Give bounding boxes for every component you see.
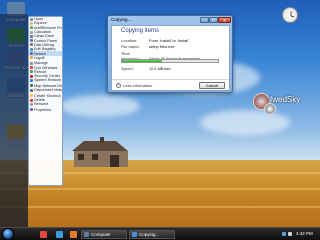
filename-row: File name: setup files.exe (121, 44, 175, 49)
menu-item-icon (30, 94, 33, 98)
menu-item[interactable]: Properties (29, 108, 62, 112)
menu-item-label: System Restore (34, 78, 62, 83)
menu-item-icon (30, 17, 33, 21)
close-button[interactable]: x (218, 17, 231, 24)
menu-item-icon (30, 47, 33, 51)
menu-item-icon (30, 43, 33, 47)
cloud (200, 110, 290, 135)
taskbar-button-computer[interactable]: Computer (81, 230, 127, 239)
taskbar: Computer Copying... 4:42 PM (0, 227, 320, 240)
start-menu-left-pane (0, 14, 28, 227)
menu-item-icon (30, 21, 33, 25)
location-label: Location: (121, 38, 138, 43)
start-menu: OpenExploreAdd/Remove ProgramsCalculator… (0, 14, 63, 227)
quick-launch-browser-icon[interactable] (40, 231, 47, 238)
computer-icon (84, 232, 89, 237)
tray-clock[interactable]: 4:42 PM (296, 231, 313, 236)
quick-launch-player-icon[interactable] (70, 231, 77, 238)
filename-label: File name: (121, 44, 140, 49)
menu-item-icon (30, 88, 33, 92)
menu-item-icon (30, 78, 33, 82)
progress-fill (122, 60, 163, 62)
menu-item-label: Logoff (34, 55, 45, 60)
network-tray-icon[interactable] (282, 232, 286, 236)
menu-item-icon (30, 61, 33, 65)
menu-item-icon (30, 84, 33, 88)
menu-item-icon (30, 26, 33, 30)
speed-row: Speed: 11.4 MB/sec (121, 66, 171, 71)
cancel-button[interactable]: Cancel (199, 82, 225, 89)
start-menu-items-pane: OpenExploreAdd/Remove ProgramsCalculator… (28, 16, 63, 186)
less-information-toggle[interactable]: ˄ Less information (116, 83, 152, 88)
volume-tray-icon[interactable] (288, 232, 292, 236)
cloud (60, 95, 140, 117)
less-information-label: Less information (123, 83, 153, 88)
divider (112, 79, 229, 80)
copy-progress-bar (121, 59, 219, 63)
menu-item-icon (30, 102, 33, 106)
chevron-up-icon: ˄ (116, 83, 121, 88)
dialog-title: Copying... (111, 17, 132, 22)
wallpaper-caption: IwedSky (270, 95, 301, 104)
location-row: Location: From 'Install' to 'Install' (121, 38, 189, 43)
clock-gadget[interactable] (282, 7, 298, 23)
menu-item-icon (30, 98, 33, 102)
maximize-button[interactable]: □ (209, 17, 218, 24)
taskbar-button-label: Computer (91, 232, 111, 237)
menu-item[interactable]: Disconnect Network Drive (29, 88, 62, 92)
menu-item-icon (30, 30, 33, 34)
dialog-heading: Copying items (121, 28, 160, 34)
taskbar-button-label: Copying... (139, 232, 160, 237)
menu-item-icon (30, 74, 33, 78)
menu-item-icon (30, 56, 33, 60)
quick-launch-media-icon[interactable] (56, 231, 63, 238)
menu-item-icon (30, 108, 33, 112)
filename-value: setup files.exe (149, 44, 175, 49)
menu-item-icon (30, 66, 33, 70)
menu-item-icon (30, 39, 33, 43)
menu-item-label: Properties (34, 107, 52, 112)
dialog-content: Copying items Location: From 'Install' to… (111, 25, 230, 91)
menu-item-icon (30, 70, 33, 74)
clock-hands-icon (290, 11, 295, 18)
minimize-button[interactable]: – (200, 17, 209, 24)
location-value: From 'Install' to 'Install' (149, 38, 189, 43)
speed-value: 11.4 MB/sec (149, 66, 171, 71)
taskbar-button-copying[interactable]: Copying... (129, 230, 175, 239)
copy-dialog: Copying... – □ x Copying items Location:… (107, 15, 233, 93)
menu-item-icon (30, 52, 33, 56)
speed-label: Speed: (121, 66, 134, 71)
barn-image (72, 137, 128, 167)
menu-item-label: Disconnect Network Drive (34, 88, 62, 93)
menu-item[interactable]: Logoff (29, 56, 62, 60)
start-button[interactable] (2, 228, 14, 240)
menu-item[interactable]: Rename (29, 102, 62, 106)
menu-item-icon (30, 34, 33, 38)
copy-icon (132, 232, 137, 237)
memory-meter-gadget[interactable] (264, 103, 276, 115)
dialog-titlebar[interactable]: Copying... – □ x (108, 16, 232, 24)
menu-item[interactable]: System Restore (29, 78, 62, 82)
menu-item-label: Rename (34, 102, 49, 107)
